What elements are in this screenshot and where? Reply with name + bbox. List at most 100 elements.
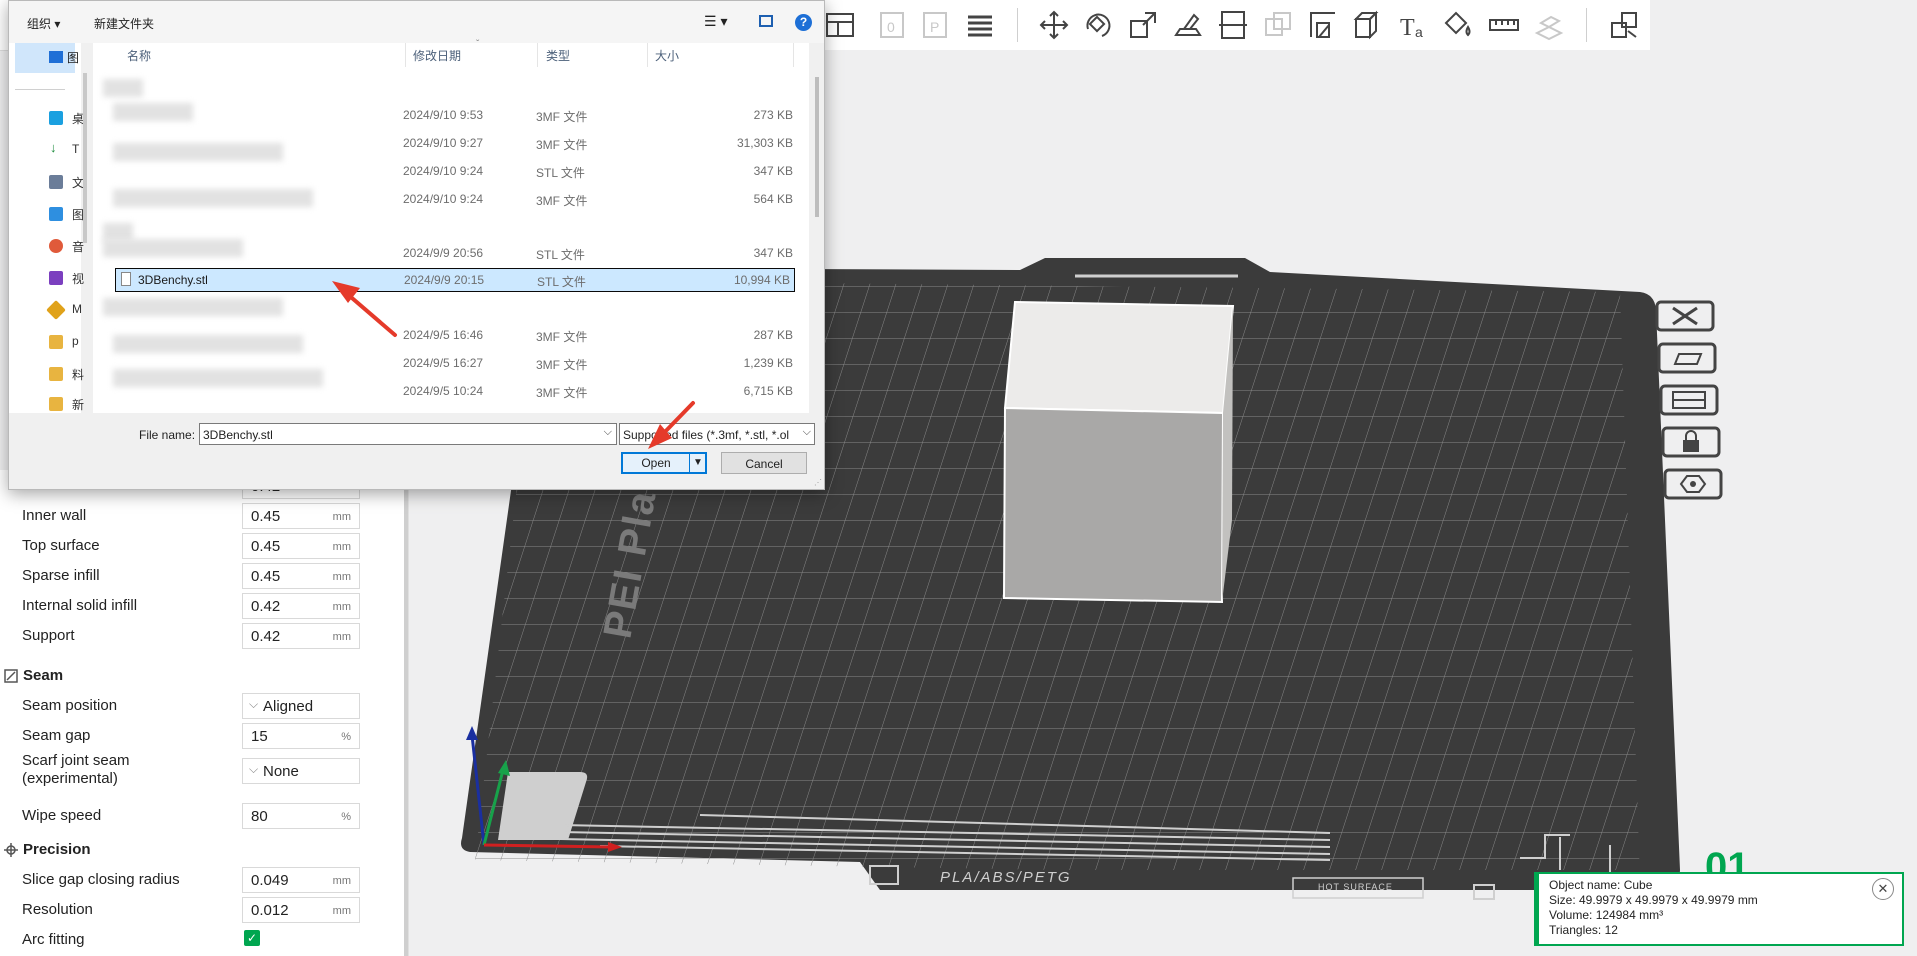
view-options-icon[interactable]: ☰ ▾ (704, 13, 727, 30)
nav-item-m[interactable]: M (37, 299, 82, 323)
help-icon[interactable]: ? (795, 14, 812, 31)
seam-section-header: Seam (0, 664, 400, 690)
file-row-selected[interactable]: 3DBenchy.stl 2024/9/9 20:15 STL 文件 10,994 … (115, 268, 795, 292)
split-arrow-icon: ▼ (693, 457, 703, 468)
slice-gap-input[interactable]: 0.049 mm (242, 867, 360, 893)
seam-gap-input[interactable]: 15% (242, 723, 360, 749)
file-row[interactable]: 2024/9/5 16:27 3MF 文件 1,239 KB (93, 351, 793, 375)
close-icon[interactable]: ✕ (1872, 878, 1894, 900)
nav-selected-item[interactable]: 图 (15, 43, 79, 73)
column-type[interactable]: 类型 (546, 47, 570, 64)
nav-item-videos[interactable]: 视 (37, 267, 84, 291)
nav-item-desktop[interactable]: 桌 (37, 107, 84, 131)
organize-button[interactable]: 组织 ▾ (27, 15, 60, 32)
arrange-icon[interactable] (824, 9, 856, 41)
svg-text:a: a (1415, 24, 1423, 40)
nav-scrollbar[interactable] (83, 73, 87, 243)
arc-fitting-checkbox[interactable]: ✓ (244, 930, 260, 946)
cut-icon[interactable] (1217, 9, 1249, 41)
open-button[interactable]: Open ▼ (621, 452, 707, 474)
seam-paint-icon[interactable] (1352, 9, 1384, 41)
lay-on-face-icon[interactable] (1172, 9, 1204, 41)
cancel-button[interactable]: Cancel (721, 452, 807, 474)
scale-icon[interactable] (1127, 9, 1159, 41)
nav-item-folder-p[interactable]: p (37, 331, 79, 355)
scarf-joint-select[interactable]: ⌵ None (242, 758, 360, 784)
color-paint-icon[interactable] (1442, 9, 1474, 41)
text-icon[interactable]: Ta (1398, 9, 1430, 41)
plate-lock-icon[interactable] (1661, 426, 1721, 462)
object-info-panel: Object name: Cube Size: 49.9979 x 49.997… (1534, 872, 1904, 946)
support-paint-icon[interactable] (1307, 9, 1339, 41)
svg-text:P: P (930, 19, 939, 35)
setting-inner-wall: Inner wall 0.45 mm (0, 502, 400, 532)
file-row[interactable]: 2024/9/10 9:24 STL 文件 347 KB (93, 159, 793, 183)
new-folder-button[interactable]: 新建文件夹 (94, 15, 154, 32)
support-input[interactable]: 0.42 mm (242, 623, 360, 649)
setting-label: Seam gap (22, 727, 91, 744)
internal-solid-infill-input[interactable]: 0.42 mm (242, 593, 360, 619)
measure-icon[interactable] (1488, 9, 1520, 41)
file-row[interactable]: 2024/9/9 20:56 STL 文件 347 KB (93, 241, 793, 265)
seam-icon (4, 669, 18, 683)
file-row[interactable]: 2024/9/10 9:24 3MF 文件 564 KB (93, 187, 793, 211)
rotate-icon[interactable] (1082, 9, 1114, 41)
file-row[interactable]: 2024/9/5 16:46 3MF 文件 287 KB (93, 323, 793, 347)
top-surface-input[interactable]: 0.45 mm (242, 533, 360, 559)
plate-auto-orient-icon[interactable] (1657, 342, 1717, 378)
nav-item-folder-2[interactable]: 料 (37, 363, 84, 387)
seam-position-select[interactable]: ⌵ Aligned (242, 693, 360, 719)
file-row[interactable]: 2024/9/10 9:53 3MF 文件 273 KB (93, 103, 793, 127)
sort-indicator-icon: ˇ (476, 39, 480, 50)
layers-icon[interactable] (964, 9, 996, 41)
column-modified[interactable]: 修改日期 (413, 47, 461, 64)
chevron-down-icon: ⌵ (802, 426, 811, 439)
column-name[interactable]: 名称 (127, 47, 151, 64)
plate-p-icon: P (919, 9, 951, 41)
plate-arrange-icon[interactable] (1659, 384, 1719, 420)
assembly-icon (1533, 9, 1565, 41)
sparse-infill-input[interactable]: 0.45 mm (242, 563, 360, 589)
folder-icon (49, 397, 63, 411)
resize-grip-icon[interactable]: ⋰ (814, 478, 822, 487)
gallery-icon (49, 51, 63, 63)
file-list-scrollbar[interactable] (815, 77, 819, 217)
setting-label: Arc fitting (22, 931, 85, 948)
nav-item-music[interactable]: 音 (37, 235, 84, 259)
file-type-select[interactable]: Supported files (*.3mf, *.stl, *.ol ⌵ (619, 423, 815, 445)
app-icon (46, 300, 66, 320)
filename-label: File name: (139, 428, 196, 442)
wipe-speed-input[interactable]: 80% (242, 803, 360, 829)
precision-section-title: Precision (23, 841, 91, 858)
setting-sparse-infill: Sparse infill 0.45 mm (0, 562, 400, 592)
preview-pane-icon[interactable] (759, 15, 773, 27)
nav-item-documents[interactable]: 文 (37, 171, 84, 195)
file-row[interactable]: 2024/9/10 9:27 3MF 文件 31,303 KB (93, 131, 793, 155)
object-volume: Volume: 124984 mm³ (1549, 908, 1664, 922)
nav-item-pictures[interactable]: 图 (37, 203, 84, 227)
nav-item-folder-3[interactable]: 新 (37, 393, 84, 417)
file-open-dialog: 组织 ▾ 新建文件夹 ☰ ▾ ? 图 桌 ↓ T 文 图 音 视 M p 料 新 … (8, 0, 825, 490)
chevron-down-icon: ⌵ (603, 426, 612, 438)
split-objects-icon[interactable] (1608, 9, 1640, 41)
filename-input[interactable]: 3DBenchy.stl ⌵ (199, 423, 617, 445)
object-name: Object name: Cube (1549, 878, 1653, 892)
plate-zero-icon: 0 (876, 9, 908, 41)
download-icon: ↓ (50, 140, 57, 155)
plate-settings-icon[interactable] (1663, 468, 1723, 504)
setting-seam-position: Seam position ⌵ Aligned (0, 692, 400, 722)
nav-item-downloads[interactable]: ↓ T (37, 139, 79, 163)
file-row[interactable]: 2024/9/5 10:24 3MF 文件 6,715 KB (93, 379, 793, 403)
setting-support: Support 0.42 mm (0, 622, 400, 652)
column-size[interactable]: 大小 (655, 47, 679, 64)
setting-arc-fitting: Arc fitting ✓ (0, 926, 400, 956)
svg-text:T: T (1400, 15, 1415, 41)
panel-scrollbar[interactable] (404, 470, 408, 956)
resolution-input[interactable]: 0.012 mm (242, 897, 360, 923)
chevron-down-icon: ⌵ (249, 697, 259, 711)
file-icon (121, 272, 131, 286)
move-icon[interactable] (1038, 9, 1070, 41)
inner-wall-input[interactable]: 0.45 mm (242, 503, 360, 529)
plate-close-icon[interactable] (1655, 300, 1715, 336)
setting-label: Internal solid infill (22, 597, 138, 614)
